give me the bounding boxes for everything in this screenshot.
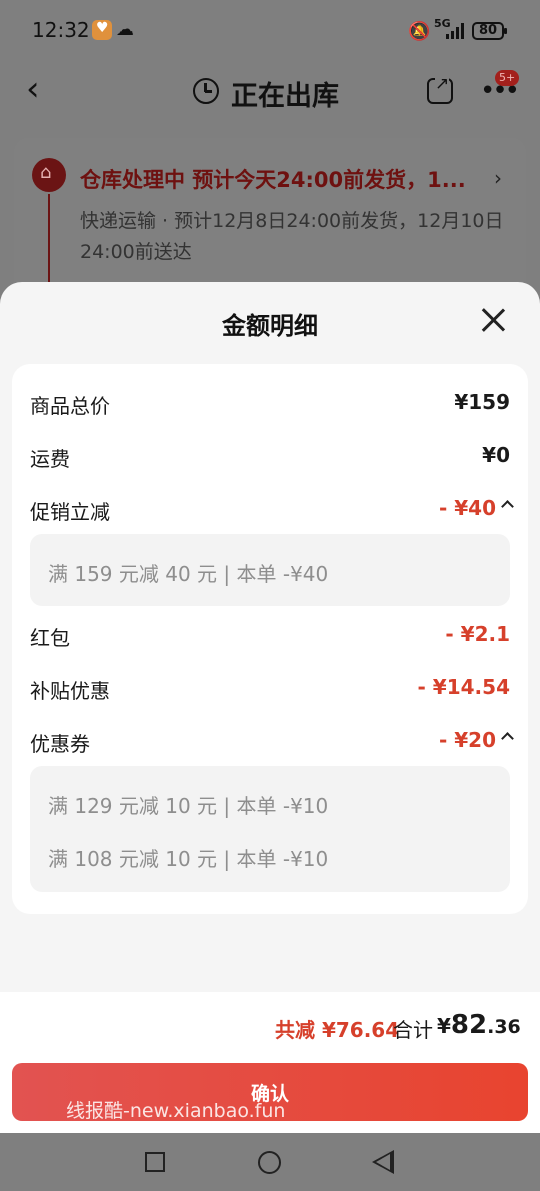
shipping-value: ¥0 [482, 443, 510, 467]
total-saved: 共减 ¥76.64 [275, 1018, 400, 1042]
share-icon[interactable] [427, 74, 453, 104]
chevron-right-icon[interactable]: › [494, 166, 502, 190]
status-description: 快递运输 · 预计12月8日24:00前发货，12月10日24:00前送达 [80, 210, 504, 263]
app-notification-icon [92, 20, 112, 40]
subsidy-label: 补贴优惠 [30, 679, 110, 703]
sheet-title: 金额明细 [222, 312, 318, 340]
mute-icon: 🔕 [408, 21, 431, 42]
chevron-up-icon[interactable] [501, 732, 514, 745]
red-packet-label: 红包 [30, 626, 70, 650]
status-bar: 12:32 ☁ 🔕 5G 80 [0, 0, 540, 62]
recent-apps-icon[interactable] [145, 1152, 165, 1172]
wechat-notification-icon: ☁ [116, 19, 134, 40]
promo-detail-box: 满 159 元减 40 元 | 本单 -¥40 [30, 534, 510, 606]
home-icon[interactable] [258, 1151, 281, 1174]
goods-total-label: 商品总价 [30, 394, 110, 418]
coupon-detail-box: 满 129 元减 10 元 | 本单 -¥10 满 108 元减 10 元 | … [30, 766, 510, 892]
row-shipping: 运费 ¥0 [30, 443, 510, 473]
subsidy-value: - ¥14.54 [417, 675, 510, 699]
amount-detail-sheet: 金额明细 商品总价 ¥159 运费 ¥0 促销立减 - ¥40 满 159 元减… [0, 282, 540, 1191]
promo-value: - ¥40 [438, 496, 496, 520]
row-goods-total: 商品总价 ¥159 [30, 390, 510, 420]
chevron-up-icon[interactable] [501, 500, 514, 513]
coupon-label: 优惠券 [30, 732, 90, 756]
total-currency: ¥ [437, 1014, 451, 1038]
row-coupon[interactable]: 优惠券 - ¥20 [30, 728, 514, 758]
red-packet-value: - ¥2.1 [445, 622, 510, 646]
system-back-icon[interactable] [372, 1150, 394, 1174]
back-icon[interactable]: ‹ [26, 72, 40, 106]
watermark-text: 线报酷-new.xianbao.fun [66, 1100, 286, 1122]
row-red-packet: 红包 - ¥2.1 [30, 622, 510, 652]
total-amount: ¥82.36 [437, 1010, 521, 1040]
warehouse-icon [32, 158, 66, 192]
page-title: 正在出库 [231, 81, 339, 112]
message-badge: 5+ [495, 70, 520, 86]
total-label: 合计 [393, 1018, 433, 1042]
coupon-detail-item: 满 108 元减 10 元 | 本单 -¥10 [48, 847, 329, 871]
system-nav-bar [0, 1133, 540, 1191]
coupon-value: - ¥20 [438, 728, 496, 752]
status-title: 仓库处理中 预计今天24:00前发货，1... [80, 168, 466, 192]
amount-detail-card: 商品总价 ¥159 运费 ¥0 促销立减 - ¥40 满 159 元减 40 元… [12, 364, 528, 914]
status-time: 12:32 [32, 18, 90, 42]
signal-icon [446, 23, 466, 39]
promo-detail-item: 满 159 元减 40 元 | 本单 -¥40 [48, 562, 329, 586]
order-status-card[interactable]: 仓库处理中 预计今天24:00前发货，1... › 快递运输 · 预计12月8日… [14, 138, 526, 304]
close-icon[interactable] [480, 306, 508, 334]
checkout-bar: 共减 ¥76.64 合计 ¥82.36 确认 线报酷-new.xianbao.f… [0, 992, 540, 1133]
top-nav: ‹ 正在出库 ••• 5+ [0, 62, 540, 122]
goods-total-value: ¥159 [454, 390, 510, 414]
total-integer: 82 [450, 1010, 488, 1040]
total-decimal: .36 [487, 1016, 521, 1038]
row-subsidy: 补贴优惠 - ¥14.54 [30, 675, 510, 705]
shipping-label: 运费 [30, 447, 70, 471]
row-promo[interactable]: 促销立减 - ¥40 [30, 496, 514, 526]
coupon-detail-item: 满 129 元减 10 元 | 本单 -¥10 [48, 794, 329, 818]
battery-icon: 80 [472, 22, 507, 40]
clock-icon [193, 78, 219, 104]
promo-label: 促销立减 [30, 500, 110, 524]
